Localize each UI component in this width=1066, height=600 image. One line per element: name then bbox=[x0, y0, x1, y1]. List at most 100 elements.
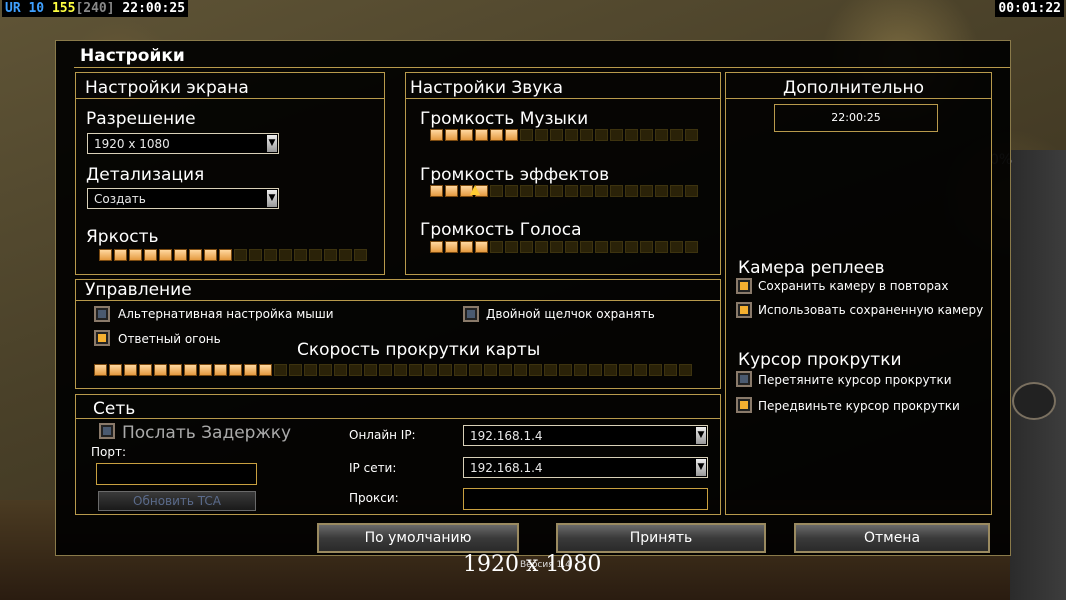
chevron-down-icon[interactable]: ▼ bbox=[696, 459, 706, 476]
scroll-speed-slider[interactable] bbox=[94, 364, 692, 376]
slider-segment[interactable] bbox=[189, 249, 202, 261]
slider-segment[interactable] bbox=[424, 364, 437, 376]
slider-segment[interactable] bbox=[394, 364, 407, 376]
brightness-slider[interactable] bbox=[99, 249, 367, 261]
slider-segment[interactable] bbox=[445, 241, 458, 253]
slider-segment[interactable] bbox=[460, 241, 473, 253]
slider-segment[interactable] bbox=[274, 364, 287, 376]
slider-segment[interactable] bbox=[99, 249, 112, 261]
slider-segment[interactable] bbox=[159, 249, 172, 261]
slider-segment[interactable] bbox=[655, 129, 668, 141]
slider-segment[interactable] bbox=[535, 129, 548, 141]
chevron-down-icon[interactable]: ▼ bbox=[267, 135, 277, 152]
chevron-down-icon[interactable]: ▼ bbox=[696, 427, 706, 444]
slider-segment[interactable] bbox=[439, 364, 452, 376]
defaults-button[interactable]: По умолчанию bbox=[317, 523, 519, 553]
slider-segment[interactable] bbox=[259, 364, 272, 376]
slider-segment[interactable] bbox=[499, 364, 512, 376]
lan-ip-dropdown[interactable]: 192.168.1.4 ▼ bbox=[463, 457, 708, 478]
port-input[interactable] bbox=[96, 463, 257, 485]
slider-segment[interactable] bbox=[505, 185, 518, 197]
send-delay-checkbox[interactable] bbox=[99, 423, 115, 439]
slider-segment[interactable] bbox=[595, 241, 608, 253]
slider-segment[interactable] bbox=[610, 241, 623, 253]
slider-segment[interactable] bbox=[550, 241, 563, 253]
slider-segment[interactable] bbox=[339, 249, 352, 261]
slider-segment[interactable] bbox=[169, 364, 182, 376]
slider-segment[interactable] bbox=[379, 364, 392, 376]
slider-segment[interactable] bbox=[550, 129, 563, 141]
slider-segment[interactable] bbox=[94, 364, 107, 376]
slider-segment[interactable] bbox=[685, 185, 698, 197]
slider-segment[interactable] bbox=[574, 364, 587, 376]
slider-segment[interactable] bbox=[364, 364, 377, 376]
proxy-input[interactable] bbox=[463, 488, 708, 510]
slider-segment[interactable] bbox=[640, 129, 653, 141]
slider-segment[interactable] bbox=[544, 364, 557, 376]
slider-segment[interactable] bbox=[129, 249, 142, 261]
double-click-checkbox[interactable] bbox=[463, 306, 479, 322]
slider-segment[interactable] bbox=[349, 364, 362, 376]
slider-segment[interactable] bbox=[610, 129, 623, 141]
slider-segment[interactable] bbox=[664, 364, 677, 376]
slider-segment[interactable] bbox=[625, 185, 638, 197]
slider-segment[interactable] bbox=[469, 364, 482, 376]
slider-segment[interactable] bbox=[619, 364, 632, 376]
slider-segment[interactable] bbox=[580, 241, 593, 253]
slider-segment[interactable] bbox=[670, 241, 683, 253]
slider-segment[interactable] bbox=[234, 249, 247, 261]
slider-segment[interactable] bbox=[174, 249, 187, 261]
slider-segment[interactable] bbox=[514, 364, 527, 376]
drag-cursor-checkbox[interactable] bbox=[736, 371, 752, 387]
voice-volume-slider[interactable] bbox=[430, 241, 698, 253]
slider-segment[interactable] bbox=[565, 241, 578, 253]
slider-segment[interactable] bbox=[520, 129, 533, 141]
slider-segment[interactable] bbox=[144, 249, 157, 261]
slider-segment[interactable] bbox=[154, 364, 167, 376]
slider-segment[interactable] bbox=[304, 364, 317, 376]
slider-segment[interactable] bbox=[655, 241, 668, 253]
slider-segment[interactable] bbox=[460, 129, 473, 141]
slider-segment[interactable] bbox=[580, 129, 593, 141]
slider-segment[interactable] bbox=[634, 364, 647, 376]
effects-slider-thumb[interactable] bbox=[470, 185, 480, 195]
slider-segment[interactable] bbox=[484, 364, 497, 376]
slider-segment[interactable] bbox=[625, 129, 638, 141]
slider-segment[interactable] bbox=[219, 249, 232, 261]
slider-segment[interactable] bbox=[204, 249, 217, 261]
slider-segment[interactable] bbox=[244, 364, 257, 376]
use-saved-camera-checkbox[interactable] bbox=[736, 302, 752, 318]
slider-segment[interactable] bbox=[214, 364, 227, 376]
slider-segment[interactable] bbox=[679, 364, 692, 376]
slider-segment[interactable] bbox=[580, 185, 593, 197]
slider-segment[interactable] bbox=[529, 364, 542, 376]
detail-dropdown[interactable]: Создать ▼ bbox=[87, 188, 279, 209]
online-ip-dropdown[interactable]: 192.168.1.4 ▼ bbox=[463, 425, 708, 446]
slider-segment[interactable] bbox=[520, 185, 533, 197]
slider-segment[interactable] bbox=[505, 241, 518, 253]
slider-segment[interactable] bbox=[604, 364, 617, 376]
slider-segment[interactable] bbox=[550, 185, 563, 197]
slider-segment[interactable] bbox=[324, 249, 337, 261]
accept-button[interactable]: Принять bbox=[556, 523, 766, 553]
music-volume-slider[interactable] bbox=[430, 129, 698, 141]
slider-segment[interactable] bbox=[685, 241, 698, 253]
refresh-tca-button[interactable]: Обновить TCA bbox=[98, 491, 256, 511]
slider-segment[interactable] bbox=[649, 364, 662, 376]
return-fire-checkbox[interactable] bbox=[94, 330, 110, 346]
slider-segment[interactable] bbox=[670, 129, 683, 141]
slider-segment[interactable] bbox=[109, 364, 122, 376]
slider-segment[interactable] bbox=[505, 129, 518, 141]
save-camera-checkbox[interactable] bbox=[736, 278, 752, 294]
slider-segment[interactable] bbox=[139, 364, 152, 376]
slider-segment[interactable] bbox=[610, 185, 623, 197]
slider-segment[interactable] bbox=[309, 249, 322, 261]
chevron-down-icon[interactable]: ▼ bbox=[267, 190, 277, 207]
slider-segment[interactable] bbox=[490, 129, 503, 141]
slider-segment[interactable] bbox=[640, 185, 653, 197]
slider-segment[interactable] bbox=[409, 364, 422, 376]
resolution-dropdown[interactable]: 1920 x 1080 ▼ bbox=[87, 133, 279, 154]
slider-segment[interactable] bbox=[559, 364, 572, 376]
slider-segment[interactable] bbox=[475, 129, 488, 141]
slider-segment[interactable] bbox=[490, 185, 503, 197]
